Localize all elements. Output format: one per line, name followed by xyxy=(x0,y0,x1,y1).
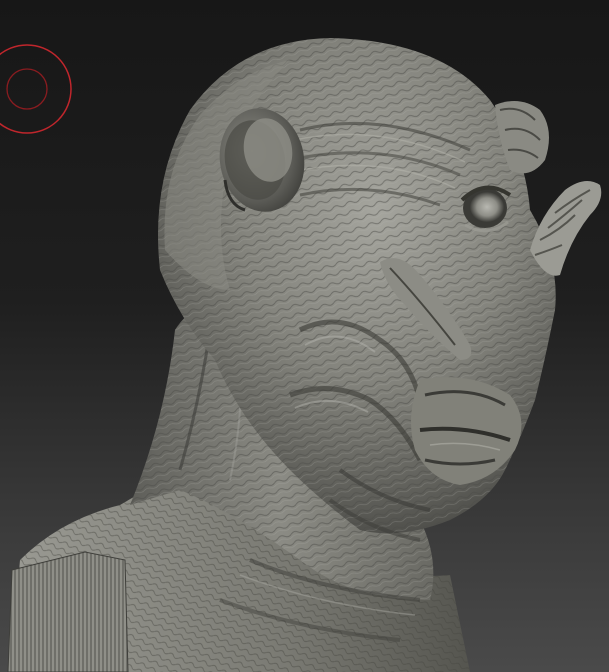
sculpt-viewport[interactable] xyxy=(0,0,609,672)
brush-cursor-icon xyxy=(0,44,72,134)
